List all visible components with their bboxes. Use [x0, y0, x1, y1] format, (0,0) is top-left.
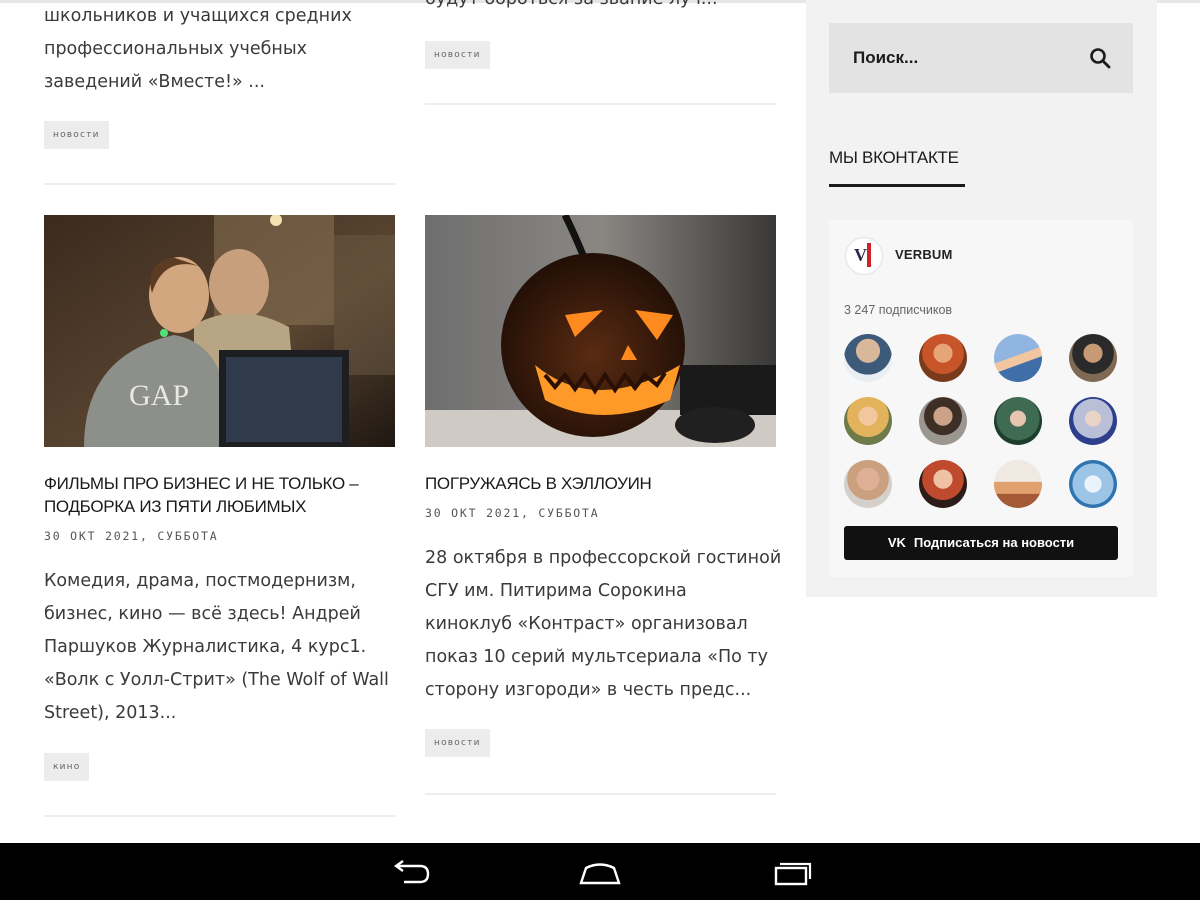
- article-title[interactable]: ФИЛЬМЫ ПРО БИЗНЕС И НЕ ТОЛЬКО – ПОДБОРКА…: [44, 472, 395, 518]
- category-tag[interactable]: новости: [425, 41, 490, 69]
- widget-title-underline: [829, 184, 965, 187]
- logo-v: V: [854, 245, 867, 265]
- divider: [44, 815, 395, 817]
- search-input[interactable]: Поиск...: [829, 23, 1133, 93]
- group-name[interactable]: VERBUM: [895, 247, 953, 262]
- category-tag[interactable]: новости: [44, 121, 109, 149]
- widget-title: МЫ ВКОНТАКТЕ: [829, 148, 959, 167]
- subscribe-button[interactable]: VK Подписаться на новости: [844, 526, 1118, 560]
- article-title[interactable]: ПОГРУЖАЯСЬ В ХЭЛЛОУИН: [425, 472, 776, 495]
- divider: [425, 793, 776, 795]
- article-date: 30 ОКТ 2021, СУББОТА: [44, 529, 219, 543]
- article-excerpt: 28 октября в профессорской гостиной СГУ …: [425, 548, 782, 700]
- system-navigation-bar: [0, 843, 1200, 900]
- article-thumbnail[interactable]: [425, 215, 776, 447]
- back-icon[interactable]: [390, 857, 432, 892]
- vk-widget: V VERBUM 3 247 подписчиков VK Подписаться…: [829, 220, 1133, 577]
- divider: [44, 183, 395, 185]
- search-icon[interactable]: [1089, 47, 1111, 74]
- subscriber-avatar[interactable]: [994, 334, 1042, 382]
- article-excerpt: будут бороться за звание луч...: [425, 0, 785, 16]
- group-logo[interactable]: V: [845, 237, 883, 275]
- vk-icon: VK: [887, 535, 906, 550]
- divider: [425, 103, 776, 105]
- article-excerpt: Комедия, драма, постмодернизм, бизнес, к…: [44, 571, 389, 723]
- svg-text:GAP: GAP: [129, 379, 189, 412]
- article-excerpt: школьников и учащихся средних профессион…: [44, 6, 352, 92]
- search-placeholder: Поиск...: [853, 48, 919, 67]
- subscriber-avatar[interactable]: [919, 397, 967, 445]
- subscriber-count: 3 247 подписчиков: [844, 303, 953, 317]
- subscriber-avatar[interactable]: [994, 397, 1042, 445]
- subscriber-avatar[interactable]: [994, 460, 1042, 508]
- subscriber-avatar[interactable]: [919, 334, 967, 382]
- category-tag[interactable]: кино: [44, 753, 90, 781]
- subscriber-avatar[interactable]: [844, 460, 892, 508]
- subscriber-avatar[interactable]: [919, 460, 967, 508]
- subscriber-avatar[interactable]: [844, 334, 892, 382]
- article-date: 30 ОКТ 2021, СУББОТА: [425, 506, 600, 520]
- subscriber-avatar[interactable]: [1069, 460, 1117, 508]
- recents-icon[interactable]: [770, 857, 814, 892]
- logo-i-bar: [867, 243, 871, 267]
- category-tag[interactable]: новости: [425, 729, 490, 757]
- subscriber-avatar[interactable]: [844, 397, 892, 445]
- subscriber-avatar[interactable]: [1069, 397, 1117, 445]
- subscriber-avatar[interactable]: [1069, 334, 1117, 382]
- article-thumbnail[interactable]: GAP: [44, 215, 395, 447]
- home-icon[interactable]: [578, 857, 622, 892]
